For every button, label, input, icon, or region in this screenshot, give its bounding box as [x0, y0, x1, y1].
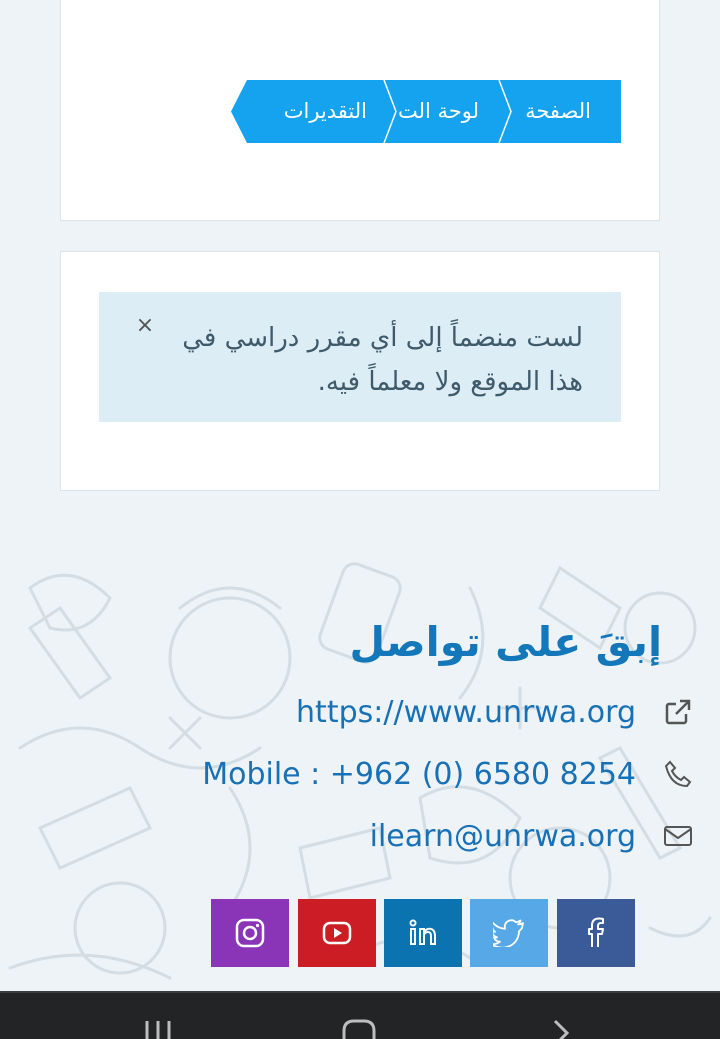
website-link[interactable]: https://www.unrwa.org	[296, 695, 636, 730]
external-link-icon	[665, 699, 691, 725]
home-icon[interactable]	[341, 1017, 377, 1039]
mail-icon	[664, 826, 692, 846]
breadcrumb-item-dashboard[interactable]: لوحة الت	[398, 80, 479, 143]
website-row[interactable]: https://www.unrwa.org	[296, 690, 691, 734]
recent-apps-icon[interactable]	[142, 1017, 176, 1039]
phone-number[interactable]: Mobile : +962 (0) 6580 8254	[202, 757, 636, 792]
breadcrumb-item-home[interactable]: الصفحة	[525, 80, 591, 143]
system-navigation-bar	[0, 991, 720, 1039]
phone-icon	[664, 760, 692, 788]
email-link[interactable]: ilearn@unrwa.org	[370, 819, 636, 854]
breadcrumb-item-grades[interactable]: التقديرات	[284, 80, 367, 143]
twitter-button[interactable]	[470, 899, 548, 967]
info-alert: لست منضماً إلى أي مقرر دراسي في هذا المو…	[99, 292, 621, 422]
twitter-icon	[493, 919, 524, 947]
notice-card: لست منضماً إلى أي مقرر دراسي في هذا المو…	[60, 251, 660, 491]
instagram-button[interactable]	[211, 899, 289, 967]
breadcrumb: الصفحة لوحة الت التقديرات	[231, 80, 621, 143]
phone-row[interactable]: Mobile : +962 (0) 6580 8254	[202, 752, 692, 796]
breadcrumb-card: الصفحة لوحة الت التقديرات	[60, 0, 660, 221]
footer-title: إبقَ على تواصل	[349, 618, 662, 666]
footer: إبقَ على تواصل https://www.unrwa.org Mob…	[0, 548, 720, 991]
page: الصفحة لوحة الت التقديرات لست منضماً إلى…	[0, 0, 720, 1039]
linkedin-button[interactable]	[384, 899, 462, 967]
close-icon[interactable]: ×	[133, 314, 157, 338]
back-icon[interactable]	[550, 1017, 574, 1039]
youtube-button[interactable]	[298, 899, 376, 967]
email-row[interactable]: ilearn@unrwa.org	[370, 814, 692, 858]
facebook-icon	[588, 917, 604, 947]
alert-message: لست منضماً إلى أي مقرر دراسي في هذا المو…	[182, 323, 583, 397]
facebook-button[interactable]	[557, 899, 635, 967]
youtube-icon	[322, 921, 352, 945]
linkedin-icon	[409, 919, 436, 945]
instagram-icon	[235, 918, 265, 948]
